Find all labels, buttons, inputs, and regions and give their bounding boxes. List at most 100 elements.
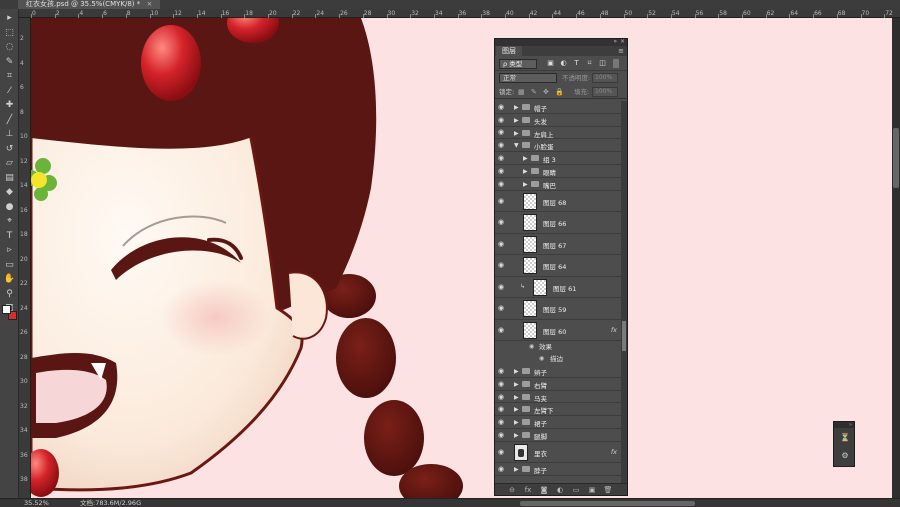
blend-mode-select[interactable]: 正常 [499,73,557,83]
layer-name[interactable]: 图层 66 [543,218,566,228]
group-name[interactable]: 眼睛 [543,167,556,177]
shape-filter-icon[interactable]: ⌑ [585,59,594,68]
document-canvas[interactable] [31,18,892,498]
layer-row[interactable]: ◉ 里衣 fx [495,442,621,464]
effect-visibility-icon[interactable]: ◉ [539,355,544,362]
stamp-tool-icon[interactable]: ⊥ [3,129,16,140]
effects-header[interactable]: ◉ 效果 [495,341,621,353]
healing-tool-icon[interactable]: ✚ [3,100,16,111]
eye-icon[interactable]: ◉ [498,180,504,188]
group-row[interactable]: ◉ ▶ 裙子 [495,416,621,430]
group-name[interactable]: 帽子 [534,103,547,113]
chevron-right-icon[interactable]: ▶ [523,155,528,162]
eye-icon[interactable]: ◉ [498,218,504,226]
close-icon[interactable]: × [146,0,152,8]
layer-name[interactable]: 图层 67 [543,240,566,250]
layer-name[interactable]: 图层 60 [543,326,566,336]
layer-row[interactable]: ◉ 图层 66 [495,212,621,234]
group-name[interactable]: 左臂下 [534,405,554,415]
delete-layer-icon[interactable]: 🗑 [603,485,613,495]
pixel-filter-icon[interactable]: ▣ [546,59,555,68]
eye-icon[interactable]: ◉ [498,380,504,388]
group-name[interactable]: 嘴巴 [543,180,556,190]
quick-select-tool-icon[interactable]: ✎ [3,57,16,68]
eye-icon[interactable]: ◉ [498,326,504,334]
smart-object-filter-icon[interactable]: ◫ [598,59,607,68]
group-row[interactable]: ◉ ▼ 小脸蛋 [495,139,621,153]
move-tool-icon[interactable]: ▸ [3,13,16,24]
zoom-tool-icon[interactable]: ⚲ [3,289,16,300]
eye-icon[interactable]: ◉ [498,116,504,124]
panel-title-bar[interactable]: » × [495,38,627,46]
eye-icon[interactable]: ◉ [498,141,504,149]
group-row[interactable]: ◉ ▶ 头发 [495,114,621,127]
chevron-right-icon[interactable]: ▶ [514,117,519,124]
group-name[interactable]: 裙子 [534,418,547,428]
layer-row[interactable]: ◉ 图层 60 fx [495,320,621,342]
eraser-tool-icon[interactable]: ▱ [3,158,16,169]
group-name[interactable]: 左肩上 [534,129,554,139]
history-panel-icon[interactable]: ⏳ [839,432,851,444]
lock-position-icon[interactable]: ✥ [543,87,549,97]
eye-icon[interactable]: ◉ [498,393,504,401]
group-row[interactable]: ◉ ▶ 左臂下 [495,403,621,417]
document-tab[interactable]: 红衣女孩.psd @ 35.5%(CMYK/8) * × [18,0,161,9]
group-row[interactable]: ◉ ▶ 组 3 [495,152,621,165]
effect-visibility-icon[interactable]: ◉ [529,343,534,350]
collapse-icon[interactable]: » [613,38,617,45]
opacity-input[interactable]: 100% [592,73,618,83]
brush-tool-icon[interactable]: ╱ [3,115,16,126]
shape-tool-icon[interactable]: ▭ [3,260,16,271]
eye-icon[interactable]: ◉ [498,418,504,426]
blur-tool-icon[interactable]: ◆ [3,187,16,198]
group-name[interactable]: 腿脚 [534,431,547,441]
crop-tool-icon[interactable]: ⌗ [3,71,16,82]
eye-icon[interactable]: ◉ [498,367,504,375]
hand-tool-icon[interactable]: ✋ [3,274,16,285]
chevron-right-icon[interactable]: ▶ [514,381,519,388]
type-filter-icon[interactable]: T [572,59,581,68]
eye-icon[interactable]: ◉ [498,448,504,456]
layer-effects-icon[interactable]: fx [611,448,617,456]
eyedropper-tool-icon[interactable]: ⁄ [3,86,16,97]
layer-name[interactable]: 图层 68 [543,197,566,207]
group-name[interactable]: 脖子 [534,465,547,475]
group-name[interactable]: 组 3 [543,154,556,164]
gradient-tool-icon[interactable]: ▤ [3,173,16,184]
link-layers-icon[interactable]: ⊝ [507,485,517,495]
eye-icon[interactable]: ◉ [498,167,504,175]
adjustment-filter-icon[interactable]: ◐ [559,59,568,68]
layer-effects-icon[interactable]: fx [611,326,617,334]
group-row[interactable]: ◉ ▶ 腿脚 [495,429,621,442]
eye-icon[interactable]: ◉ [498,128,504,136]
canvas-vertical-scrollbar[interactable] [892,18,900,498]
layer-row[interactable]: ◉ ↳ 图层 61 [495,277,621,299]
filter-toggle[interactable] [613,59,619,68]
panel-menu-icon[interactable]: ≡ [618,46,624,56]
dock-expand-icon[interactable]: » [834,422,854,428]
chevron-right-icon[interactable]: ▶ [514,104,519,111]
layer-row[interactable]: ◉ 图层 64 [495,255,621,277]
type-tool-icon[interactable]: T [3,231,16,242]
layer-row[interactable]: ◉ 图层 67 [495,234,621,256]
chevron-right-icon[interactable]: ▶ [514,394,519,401]
pen-tool-icon[interactable]: ⌖ [3,216,16,227]
group-row[interactable]: ◉ ▶ 眼睛 [495,165,621,178]
chevron-right-icon[interactable]: ▶ [523,181,528,188]
zoom-level[interactable]: 35.52% [24,499,49,507]
layers-scroll-thumb[interactable] [622,321,626,351]
lock-pixels-icon[interactable]: ✎ [531,87,537,97]
group-row[interactable]: ◉ ▶ 嘴巴 [495,178,621,191]
eye-icon[interactable]: ◉ [498,154,504,162]
layer-row[interactable]: ◉ 图层 68 [495,191,621,213]
lasso-tool-icon[interactable]: ◌ [3,42,16,53]
chevron-right-icon[interactable]: ▶ [523,168,528,175]
chevron-right-icon[interactable]: ▶ [514,406,519,413]
layer-name[interactable]: 图层 64 [543,261,566,271]
group-name[interactable]: 辫子 [534,367,547,377]
eye-icon[interactable]: ◉ [498,405,504,413]
foreground-color-swatch[interactable] [2,305,11,314]
group-row[interactable]: ◉ ▶ 脖子 [495,463,621,477]
lock-all-icon[interactable]: 🔒 [555,87,564,97]
layer-name[interactable]: 图层 61 [553,283,576,293]
